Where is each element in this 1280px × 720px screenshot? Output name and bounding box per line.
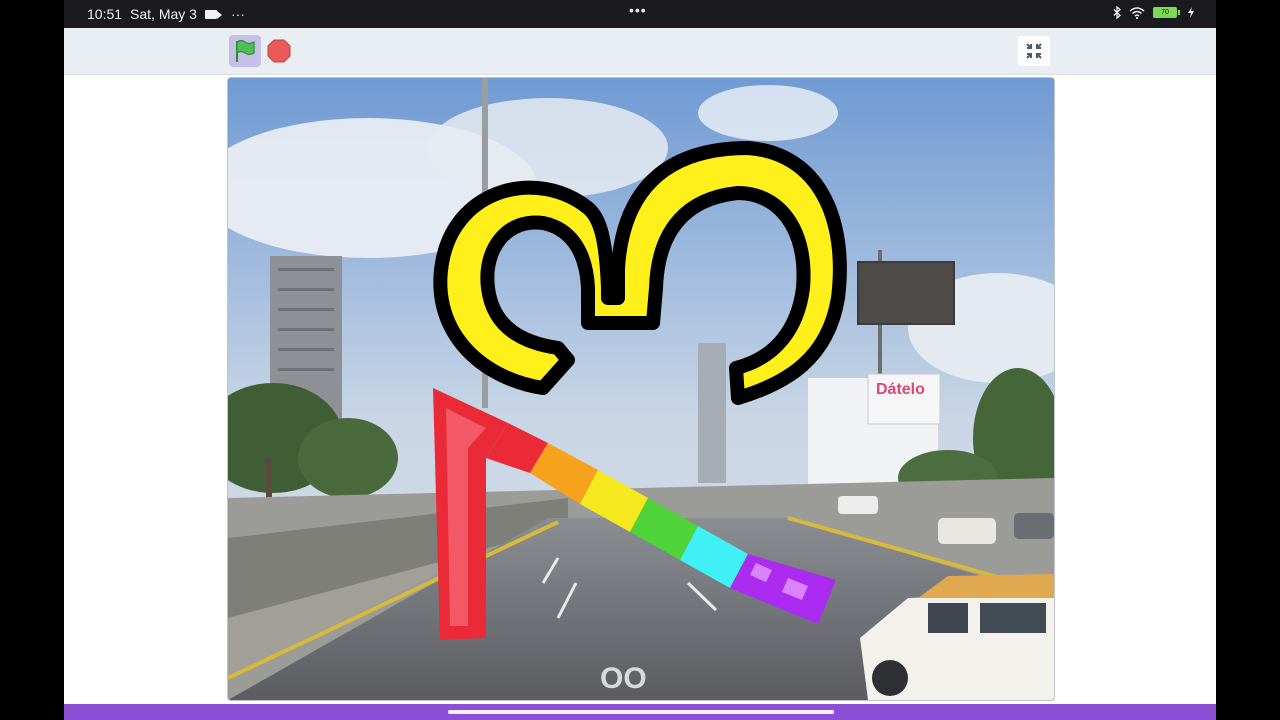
green-flag-button[interactable] xyxy=(229,35,261,67)
battery-cap xyxy=(1178,10,1180,15)
gesture-nav-bar xyxy=(64,704,1216,720)
bluetooth-icon xyxy=(1113,6,1121,19)
status-date: Sat, May 3 xyxy=(130,6,197,22)
scratch-player: Dátelo OO xyxy=(64,28,1216,704)
status-time: 10:51 xyxy=(87,6,123,22)
home-indicator[interactable] xyxy=(448,710,834,714)
charging-icon xyxy=(1188,7,1194,18)
street-backdrop: Dátelo OO xyxy=(228,78,1054,700)
road-marking-text: OO xyxy=(600,662,647,695)
exit-fullscreen-button[interactable] xyxy=(1018,36,1050,66)
project-stage[interactable]: Dátelo OO xyxy=(227,77,1055,701)
status-bar: 10:51 Sat, May 3 ··· ••• 70 xyxy=(64,0,1216,28)
stop-icon xyxy=(267,39,291,63)
stop-button[interactable] xyxy=(267,39,291,63)
battery-icon: 70 xyxy=(1153,7,1177,18)
green-flag-icon xyxy=(236,39,255,62)
video-camera-icon xyxy=(204,9,222,19)
player-controls-bar xyxy=(64,28,1216,75)
wifi-icon xyxy=(1129,6,1145,19)
stage-canvas: Dátelo OO xyxy=(228,78,1054,700)
exit-fullscreen-icon xyxy=(1026,43,1042,59)
billboard-text: Dátelo xyxy=(876,381,925,398)
multitask-dots-icon[interactable]: ••• xyxy=(629,2,647,18)
notification-more-icon: ··· xyxy=(230,6,245,22)
